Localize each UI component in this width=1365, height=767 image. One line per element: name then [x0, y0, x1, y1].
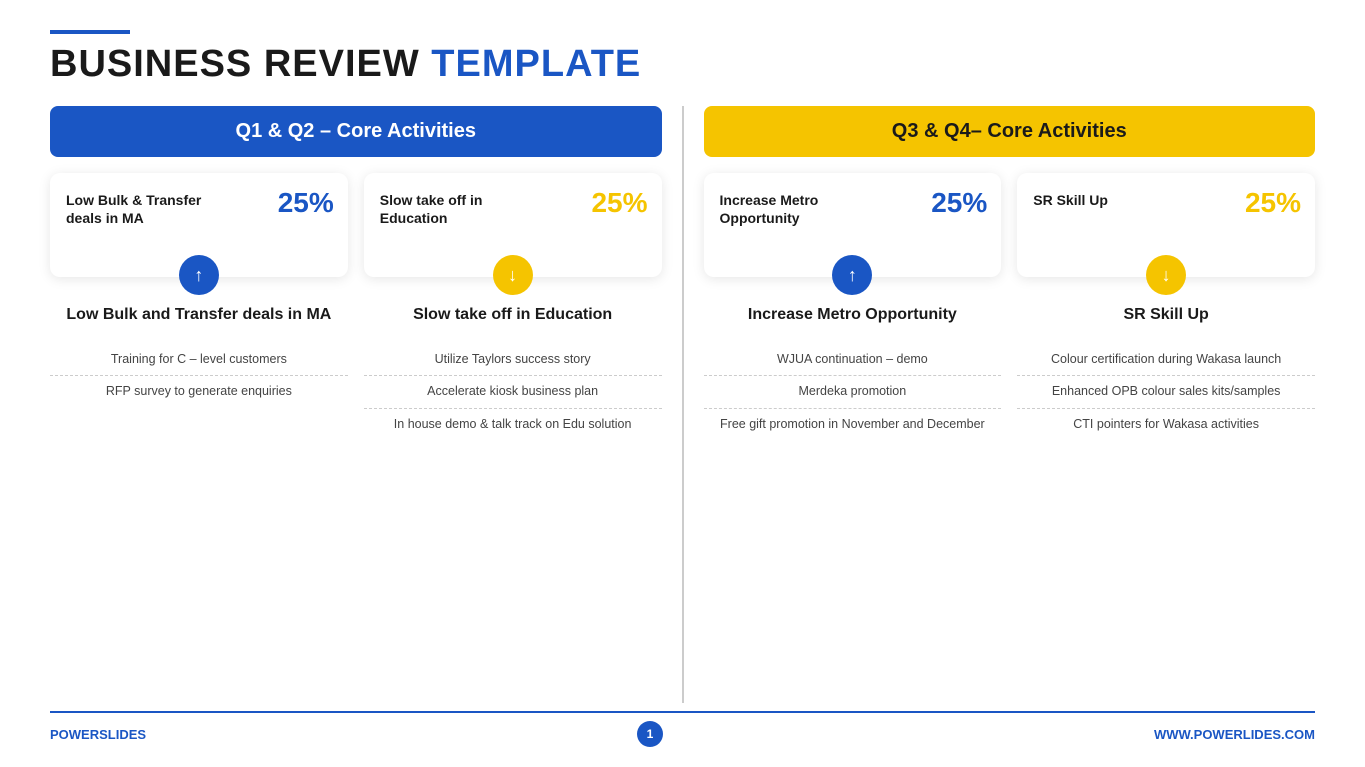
- footer-brand-blue: SLIDES: [99, 727, 146, 742]
- card-right-1-percent: 25%: [931, 187, 987, 219]
- left-bottom-title-2: Slow take off in Education: [364, 305, 662, 326]
- card-right-1: Increase Metro Opportunity 25% ↑: [704, 173, 1002, 277]
- arrow-down-icon: ↓: [508, 265, 517, 286]
- right-bottom-title-2: SR Skill Up: [1017, 305, 1315, 326]
- left-bottom-row: Low Bulk and Transfer deals in MA Traini…: [50, 305, 662, 703]
- list-item: Accelerate kiosk business plan: [364, 376, 662, 409]
- list-item: Training for C – level customers: [50, 344, 348, 377]
- card-right-2-text: SR Skill Up: [1033, 191, 1206, 209]
- left-bullet-list-2: Utilize Taylors success story Accelerate…: [364, 344, 662, 441]
- right-bottom-item-2: SR Skill Up Colour certification during …: [1017, 305, 1315, 703]
- card-left-2-percent: 25%: [591, 187, 647, 219]
- left-bottom-title-1: Low Bulk and Transfer deals in MA: [50, 305, 348, 326]
- left-bottom-item-1: Low Bulk and Transfer deals in MA Traini…: [50, 305, 348, 703]
- list-item: In house demo & talk track on Edu soluti…: [364, 409, 662, 441]
- card-left-1-percent: 25%: [278, 187, 334, 219]
- card-right-2-icon: ↓: [1146, 255, 1186, 295]
- title-blue: TEMPLATE: [431, 43, 641, 85]
- list-item: RFP survey to generate enquiries: [50, 376, 348, 408]
- page-container: BUSINESS REVIEW TEMPLATE Q1 & Q2 – Core …: [0, 0, 1365, 767]
- page-title: BUSINESS REVIEW TEMPLATE: [50, 44, 1315, 86]
- list-item: WJUA continuation – demo: [704, 344, 1002, 377]
- card-left-1: Low Bulk & Transfer deals in MA 25% ↑: [50, 173, 348, 277]
- footer-brand: POWERSLIDES: [50, 727, 146, 742]
- list-item: Free gift promotion in November and Dece…: [704, 409, 1002, 441]
- arrow-down-icon: ↓: [1162, 265, 1171, 286]
- right-section-header: Q3 & Q4– Core Activities: [704, 106, 1316, 157]
- card-left-2-icon: ↓: [493, 255, 533, 295]
- main-content: Q1 & Q2 – Core Activities Low Bulk & Tra…: [50, 106, 1315, 703]
- card-left-2: Slow take off in Education 25% ↓: [364, 173, 662, 277]
- title-black: BUSINESS REVIEW: [50, 43, 420, 85]
- right-bottom-item-1: Increase Metro Opportunity WJUA continua…: [704, 305, 1002, 703]
- left-section: Q1 & Q2 – Core Activities Low Bulk & Tra…: [50, 106, 662, 703]
- left-bottom-item-2: Slow take off in Education Utilize Taylo…: [364, 305, 662, 703]
- card-right-1-icon: ↑: [832, 255, 872, 295]
- header-accent-line: [50, 30, 130, 34]
- left-cards-row: Low Bulk & Transfer deals in MA 25% ↑ Sl…: [50, 173, 662, 277]
- footer-brand-black: POWER: [50, 727, 99, 742]
- header: BUSINESS REVIEW TEMPLATE: [50, 30, 1315, 86]
- footer-url: WWW.POWERLIDES.COM: [1154, 727, 1315, 742]
- footer: POWERSLIDES 1 WWW.POWERLIDES.COM: [50, 711, 1315, 747]
- right-bottom-title-1: Increase Metro Opportunity: [704, 305, 1002, 326]
- list-item: Colour certification during Wakasa launc…: [1017, 344, 1315, 377]
- card-left-2-text: Slow take off in Education: [380, 191, 553, 227]
- card-right-2: SR Skill Up 25% ↓: [1017, 173, 1315, 277]
- right-bullet-list-1: WJUA continuation – demo Merdeka promoti…: [704, 344, 1002, 441]
- right-bullet-list-2: Colour certification during Wakasa launc…: [1017, 344, 1315, 441]
- card-left-1-text: Low Bulk & Transfer deals in MA: [66, 191, 239, 227]
- list-item: Enhanced OPB colour sales kits/samples: [1017, 376, 1315, 409]
- list-item: Merdeka promotion: [704, 376, 1002, 409]
- right-section: Q3 & Q4– Core Activities Increase Metro …: [704, 106, 1316, 703]
- footer-page-number: 1: [637, 721, 663, 747]
- left-bullet-list-1: Training for C – level customers RFP sur…: [50, 344, 348, 408]
- card-left-1-icon: ↑: [179, 255, 219, 295]
- list-item: CTI pointers for Wakasa activities: [1017, 409, 1315, 441]
- left-section-header: Q1 & Q2 – Core Activities: [50, 106, 662, 157]
- list-item: Utilize Taylors success story: [364, 344, 662, 377]
- vertical-divider: [682, 106, 684, 703]
- arrow-up-icon: ↑: [848, 265, 857, 286]
- card-right-2-percent: 25%: [1245, 187, 1301, 219]
- right-cards-row: Increase Metro Opportunity 25% ↑ SR Skil…: [704, 173, 1316, 277]
- right-bottom-row: Increase Metro Opportunity WJUA continua…: [704, 305, 1316, 703]
- arrow-up-icon: ↑: [194, 265, 203, 286]
- card-right-1-text: Increase Metro Opportunity: [720, 191, 893, 227]
